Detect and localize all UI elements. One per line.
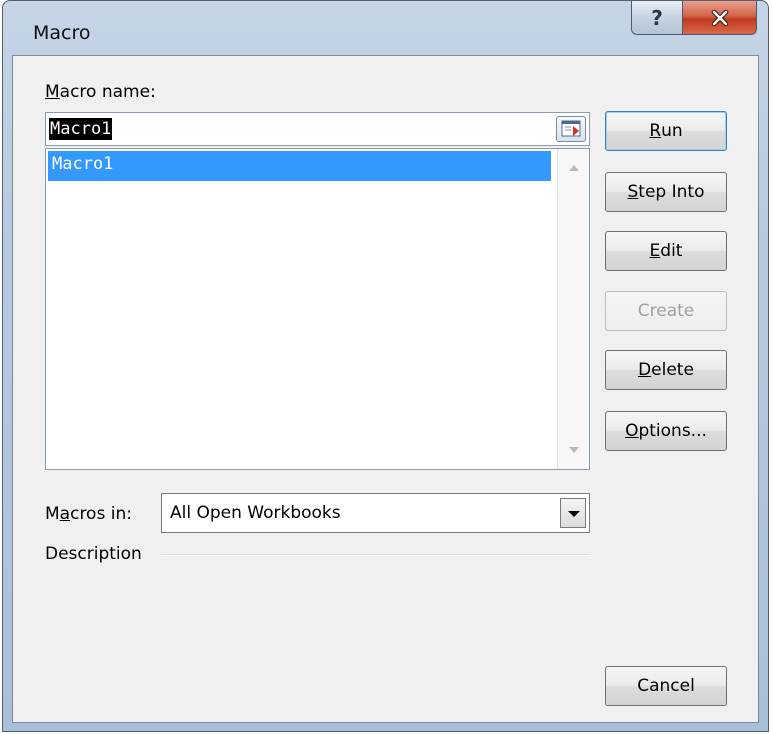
options-button[interactable]: Options... [605,411,727,451]
edit-button[interactable]: Edit [605,231,727,271]
cancel-button[interactable]: Cancel [605,666,727,706]
dialog-body: Macro name: Macro1 Macro1 Run Step Into … [12,55,759,723]
collapse-dialog-button[interactable] [556,116,586,142]
macro-dialog: Macro ? Macro name: Macro1 Macro1 R un S… [2,0,769,732]
close-icon [711,9,728,26]
macro-name-label: Macro name: [45,82,156,102]
description-label: Description [45,544,142,564]
macros-in-value: All Open Workbooks [170,503,341,523]
dialog-title: Macro [33,22,91,44]
macro-list[interactable]: Macro1 [45,148,590,470]
scroll-up-icon[interactable] [569,165,579,171]
vertical-scrollbar[interactable] [557,149,589,469]
dropdown-button[interactable] [560,498,586,528]
title-bar[interactable]: Macro ? [3,1,768,55]
collapse-dialog-icon [561,120,581,137]
macro-name-value: Macro1 [49,118,113,140]
chevron-down-icon [568,511,580,517]
run-button[interactable]: Run [605,111,727,151]
scroll-down-icon[interactable] [569,447,579,453]
description-divider [161,554,590,556]
step-into-button[interactable]: Step Into [605,172,727,212]
create-button: Create [605,291,727,331]
list-item[interactable]: Macro1 [48,151,551,181]
macros-in-dropdown[interactable]: All Open Workbooks [161,493,590,533]
macro-name-input[interactable]: Macro1 [45,112,590,146]
delete-button[interactable]: Delete [605,350,727,390]
macros-in-label: Macros in: [45,504,132,524]
help-button[interactable]: ? [631,1,683,35]
close-button[interactable] [682,1,757,35]
help-icon: ? [651,5,663,30]
